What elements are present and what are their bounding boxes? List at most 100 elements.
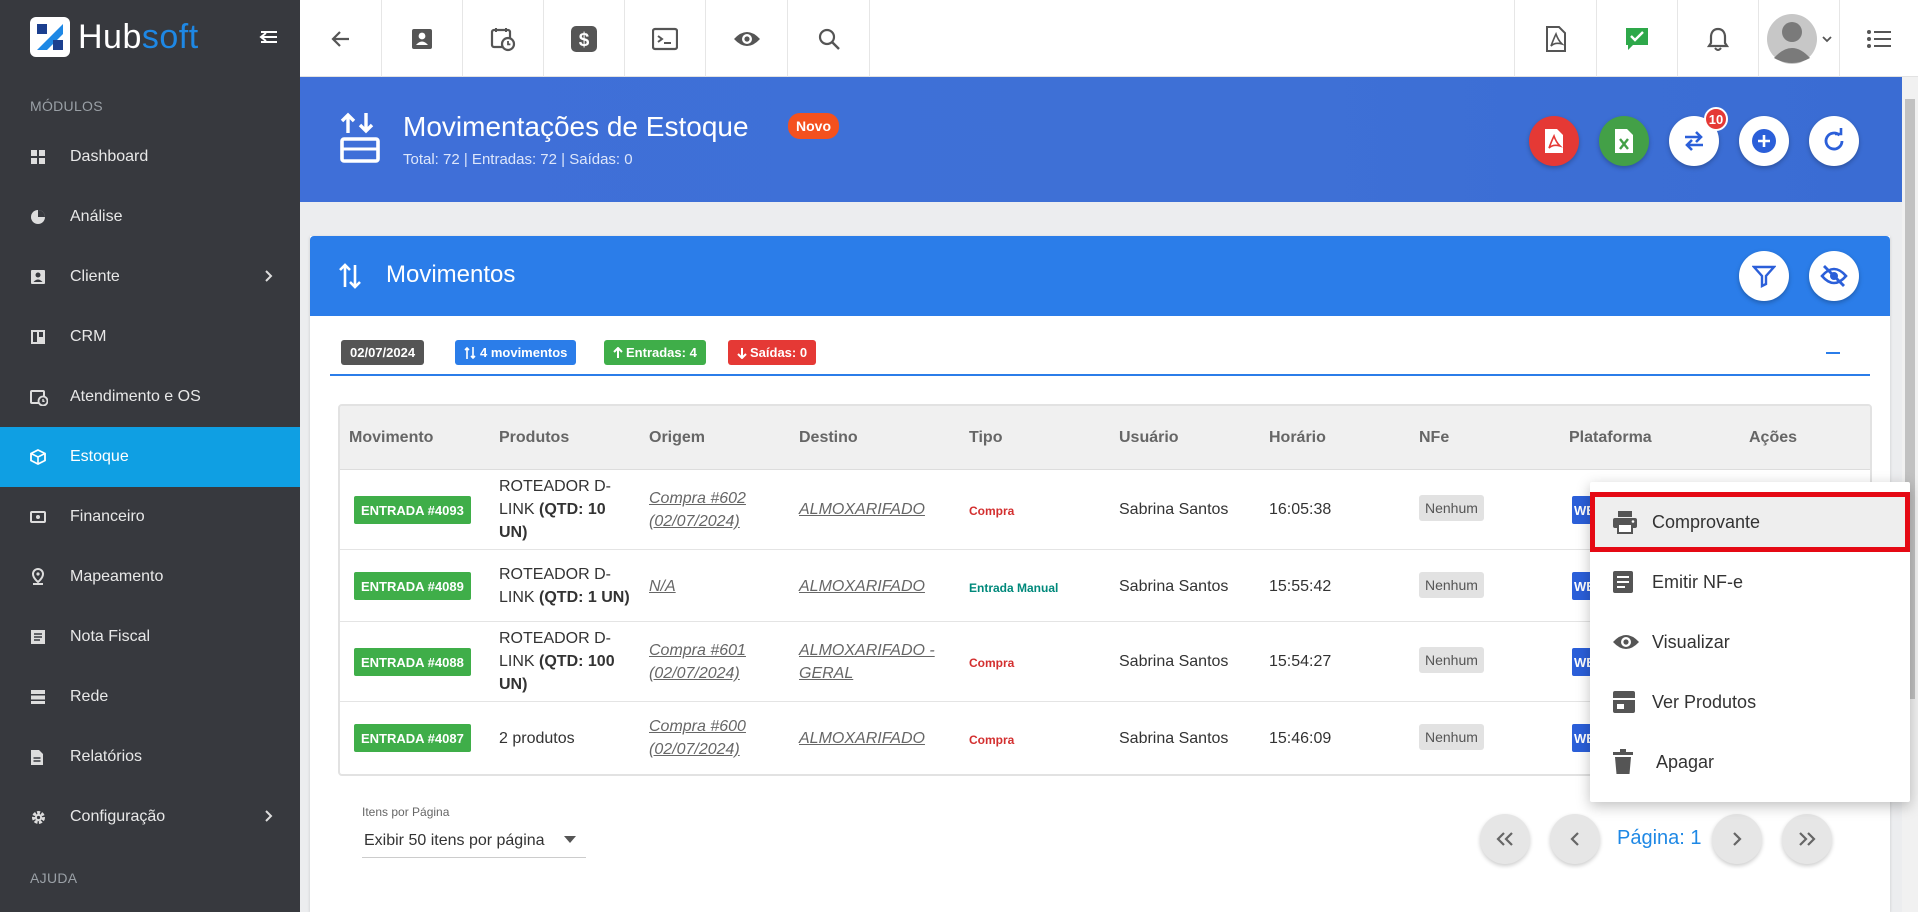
list-menu-button[interactable] <box>1839 0 1918 77</box>
date-chip-label: 02/07/2024 <box>350 345 416 360</box>
menu-item-emitir-nfe[interactable]: Emitir NF-e <box>1590 552 1910 612</box>
tasks-shortcut-button[interactable] <box>1596 0 1677 77</box>
sidebar-item-financeiro[interactable]: Financeiro <box>0 487 300 547</box>
prev-page-button[interactable] <box>1550 814 1600 864</box>
hide-columns-button[interactable] <box>1809 251 1859 301</box>
col-horario[interactable]: Horário <box>1269 429 1326 447</box>
type-label: Entrada Manual <box>969 581 1059 595</box>
menu-item-comprovante[interactable]: Comprovante <box>1590 492 1910 552</box>
sidebar-item-atendimento[interactable]: Atendimento e OS <box>0 367 300 427</box>
section-help: AJUDA <box>30 870 78 886</box>
export-pdf-button[interactable] <box>1529 116 1579 166</box>
col-usuario[interactable]: Usuário <box>1119 429 1179 447</box>
col-plataforma[interactable]: Plataforma <box>1569 429 1652 447</box>
arrow-left-icon <box>329 27 353 51</box>
chevron-right-icon <box>264 809 274 823</box>
type-label: Compra <box>969 656 1015 670</box>
sidebar-item-mapeamento[interactable]: Mapeamento <box>0 547 300 607</box>
server-icon <box>30 689 70 705</box>
report-icon <box>30 749 70 766</box>
col-tipo[interactable]: Tipo <box>969 429 1002 447</box>
destination-link[interactable]: ALMOXARIFADO <box>799 575 925 598</box>
finance-shortcut-button[interactable]: $ <box>544 0 625 77</box>
origin-link[interactable]: Compra #600 (02/07/2024) <box>649 715 746 761</box>
col-movimento[interactable]: Movimento <box>349 429 433 447</box>
search-button[interactable] <box>788 0 870 77</box>
product-text: LINK <box>499 653 540 670</box>
destination-link[interactable]: ALMOXARIFADO - GERAL <box>799 639 935 685</box>
origin-link[interactable]: N/A <box>649 575 676 598</box>
sidebar-item-label: Rede <box>70 688 109 705</box>
user-cell: Sabrina Santos <box>1119 501 1229 518</box>
minimize-icon[interactable] <box>1826 352 1840 354</box>
view-shortcut-button[interactable] <box>706 0 788 77</box>
caret-down-icon <box>564 836 576 844</box>
sidebar-item-relatorios[interactable]: Relatórios <box>0 727 300 787</box>
movement-badge[interactable]: ENTRADA #4087 <box>354 724 471 752</box>
schedule-shortcut-button[interactable] <box>463 0 544 77</box>
col-produtos[interactable]: Produtos <box>499 429 569 447</box>
list-icon <box>1866 28 1892 50</box>
dashboard-icon <box>30 149 70 165</box>
refresh-button[interactable] <box>1809 116 1859 166</box>
menu-item-ver-produtos[interactable]: Ver Produtos <box>1590 672 1910 732</box>
origin-date: (02/07/2024) <box>649 741 740 758</box>
nfe-badge: Nenhum <box>1419 495 1484 521</box>
table-header: Movimento Produtos Origem Destino Tipo U… <box>340 406 1870 470</box>
last-page-button[interactable] <box>1782 814 1832 864</box>
sidebar-item-nota-fiscal[interactable]: Nota Fiscal <box>0 607 300 667</box>
menu-item-apagar[interactable]: Apagar <box>1590 732 1910 792</box>
sidebar-item-configuracao[interactable]: Configuração <box>0 787 300 847</box>
date-chip: 02/07/2024 <box>341 340 425 365</box>
terminal-shortcut-button[interactable] <box>625 0 706 77</box>
map-pin-icon <box>30 568 70 586</box>
add-movement-button[interactable] <box>1739 116 1789 166</box>
col-destino[interactable]: Destino <box>799 429 858 447</box>
document-icon <box>1612 570 1652 594</box>
contact-card-icon <box>30 269 70 285</box>
col-nfe[interactable]: NFe <box>1419 429 1449 447</box>
destination-link[interactable]: ALMOXARIFADO <box>799 498 925 521</box>
chevron-right-icon <box>264 269 274 283</box>
sidebar-item-dashboard[interactable]: Dashboard <box>0 127 300 187</box>
col-origem[interactable]: Origem <box>649 429 705 447</box>
sidebar-item-crm[interactable]: CRM <box>0 307 300 367</box>
movement-badge[interactable]: ENTRADA #4093 <box>354 496 471 524</box>
movement-badge[interactable]: ENTRADA #4089 <box>354 572 471 600</box>
sidebar-item-cliente[interactable]: Cliente <box>0 247 300 307</box>
sidebar-item-estoque[interactable]: Estoque <box>0 427 300 487</box>
destination-link[interactable]: ALMOXARIFADO <box>799 727 925 750</box>
per-page-select[interactable]: Exibir 50 itens por página <box>362 824 586 858</box>
sidebar-item-analise[interactable]: Análise <box>0 187 300 247</box>
origin-link[interactable]: Compra #601 (02/07/2024) <box>649 639 746 685</box>
origin-link[interactable]: Compra #602 (02/07/2024) <box>649 487 746 533</box>
filter-button[interactable] <box>1739 251 1789 301</box>
logo[interactable]: Hub soft <box>30 15 199 59</box>
product-text: LINK <box>499 501 540 518</box>
menu-item-visualizar[interactable]: Visualizar <box>1590 612 1910 672</box>
sidebar-item-rede[interactable]: Rede <box>0 667 300 727</box>
chevron-right-icon <box>1731 831 1743 847</box>
product-text: ROTEADOR D- <box>499 566 611 583</box>
type-label: Compra <box>969 504 1015 518</box>
product-text: ROTEADOR D- <box>499 478 611 495</box>
product-qty: (QTD: 10 <box>539 501 606 518</box>
export-excel-button[interactable] <box>1599 116 1649 166</box>
pdf-file-icon <box>1545 25 1567 52</box>
pdf-shortcut-button[interactable] <box>1514 0 1596 77</box>
notifications-button[interactable] <box>1677 0 1758 77</box>
collapse-sidebar-icon[interactable] <box>258 26 280 48</box>
back-button[interactable] <box>300 0 382 77</box>
product-text: ROTEADOR D- <box>499 630 611 647</box>
eye-off-icon <box>1820 264 1848 288</box>
clients-shortcut-button[interactable] <box>382 0 463 77</box>
first-page-button[interactable] <box>1480 814 1530 864</box>
nfe-badge: Nenhum <box>1419 724 1484 750</box>
next-page-button[interactable] <box>1712 814 1762 864</box>
chevron-down-icon <box>1822 35 1832 43</box>
user-menu-button[interactable] <box>1758 0 1839 77</box>
movement-badge[interactable]: ENTRADA #4088 <box>354 648 471 676</box>
section-modules: MÓDULOS <box>30 98 103 114</box>
sort-arrows-icon <box>464 346 476 360</box>
stock-movement-icon <box>338 111 384 163</box>
